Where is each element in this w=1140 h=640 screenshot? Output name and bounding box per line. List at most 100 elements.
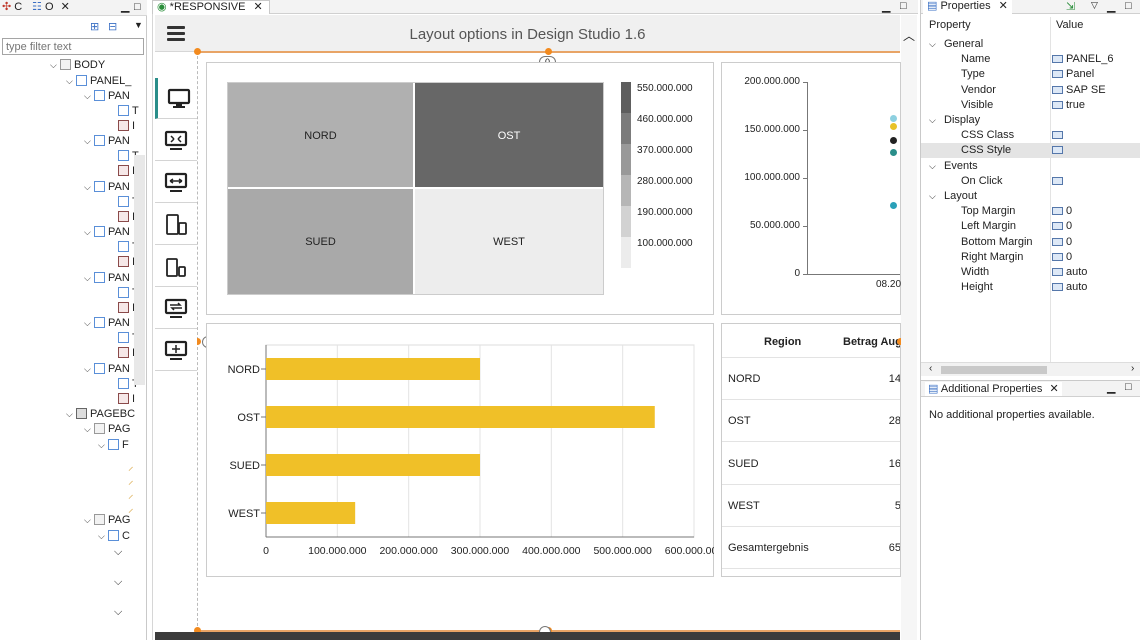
property-row[interactable]: Height auto — [921, 280, 1140, 295]
tree-item[interactable]: I — [108, 392, 135, 407]
close-icon[interactable]: ✕ — [254, 1, 263, 13]
chevron-down-icon[interactable]: ⌵ — [114, 575, 122, 590]
chevron-down-icon[interactable]: ⌵ — [929, 37, 936, 52]
line-point[interactable] — [890, 115, 897, 122]
bar[interactable] — [266, 502, 356, 524]
line-point[interactable] — [890, 123, 897, 130]
table-row[interactable]: Gesamtergebnis 65 — [722, 527, 900, 570]
tab-properties[interactable]: ▤ Properties ✕ — [923, 0, 1012, 14]
resize-button[interactable] — [155, 330, 197, 371]
tree-item[interactable]: T — [108, 104, 139, 119]
minimize-icon[interactable]: ▁ — [1107, 381, 1115, 394]
chevron-down-icon[interactable]: ⌵ — [114, 605, 122, 620]
maximize-icon[interactable]: □ — [134, 0, 141, 16]
property-row[interactable]: Top Margin 0 — [921, 204, 1140, 219]
tab-outline[interactable]: ☷ O ✕ — [32, 0, 70, 16]
filter-input[interactable] — [2, 38, 144, 55]
chevron-down-icon[interactable]: ⌵ — [929, 113, 936, 128]
column-header[interactable]: Region — [764, 336, 801, 348]
property-row[interactable]: Visible true — [921, 98, 1140, 113]
property-row[interactable]: Type Panel — [921, 67, 1140, 82]
canvas-scrollbar[interactable]: ︿ — [901, 15, 917, 640]
property-group[interactable]: ⌵ Layout — [921, 189, 1140, 204]
scroll-thumb[interactable] — [941, 366, 1047, 374]
tree-item[interactable]: ⌵ F — [98, 438, 129, 453]
pin-icon[interactable]: ⇲ — [1066, 0, 1075, 13]
tab-additional-properties[interactable]: ▤ Additional Properties ✕ — [925, 382, 1062, 396]
property-row[interactable]: Right Margin 0 — [921, 250, 1140, 265]
tab-components[interactable]: ✣ C — [2, 0, 22, 16]
property-row[interactable]: Left Margin 0 — [921, 219, 1140, 234]
bar[interactable] — [266, 358, 480, 380]
close-icon[interactable]: ✕ — [1049, 383, 1058, 395]
chevron-down-icon[interactable]: ⌵ — [50, 58, 60, 73]
tree-item[interactable]: ⌵ PAG — [84, 513, 130, 528]
chevron-down-icon[interactable]: ⌵ — [84, 316, 94, 331]
tree-item[interactable]: ⌵ PAG — [84, 422, 130, 437]
chevron-down-icon[interactable]: ⌵ — [114, 545, 122, 560]
close-icon[interactable]: ✕ — [61, 1, 70, 13]
expand-all-icon[interactable]: ⊞ — [90, 20, 99, 33]
property-group[interactable]: ⌵ General — [921, 37, 1140, 52]
tablet-button[interactable] — [155, 204, 197, 245]
properties-hscroll[interactable]: ‹ › — [921, 362, 1140, 376]
property-group[interactable]: ⌵ Display — [921, 113, 1140, 128]
phone-button[interactable] — [155, 246, 197, 287]
line-point[interactable] — [890, 149, 897, 156]
minimize-icon[interactable]: ▁ — [121, 0, 129, 16]
view-menu-icon[interactable]: ▼ — [134, 20, 143, 30]
treemap-cell-west[interactable]: WEST — [415, 189, 603, 294]
tree-item[interactable]: ⌵ PAN — [84, 180, 130, 195]
bar[interactable] — [266, 406, 655, 428]
chevron-left-icon[interactable]: ‹ — [929, 363, 932, 374]
tree-item[interactable]: I — [108, 164, 135, 179]
property-row[interactable]: CSS Style — [921, 143, 1140, 159]
treemap-cell-nord[interactable]: NORD — [228, 83, 415, 189]
column-header-property[interactable]: Property — [929, 19, 971, 35]
fullscreen-off-button[interactable] — [155, 120, 197, 161]
minimize-icon[interactable]: ▁ — [1107, 0, 1115, 13]
maximize-icon[interactable]: □ — [1125, 0, 1132, 12]
chevron-down-icon[interactable]: ⌵ — [84, 89, 94, 104]
chevron-down-icon[interactable]: ⌵ — [929, 189, 936, 204]
chevron-right-icon[interactable]: › — [1131, 363, 1134, 374]
chevron-up-icon[interactable]: ︿ — [903, 27, 915, 44]
chevron-down-icon[interactable]: ⌵ — [66, 407, 76, 422]
tab-responsive[interactable]: ◉ *RESPONSIVE ✕ — [152, 0, 270, 14]
chevron-down-icon[interactable]: ⌵ — [98, 438, 108, 453]
tree-item[interactable]: ⌵ PAN — [84, 316, 130, 331]
resize-handle[interactable] — [194, 48, 201, 55]
tree-item[interactable]: ⌵ C — [98, 529, 130, 544]
resize-handle[interactable] — [545, 48, 552, 55]
line-point[interactable] — [890, 137, 897, 144]
tree-item[interactable]: ⌵ PAGEBC — [66, 407, 135, 422]
tree-item[interactable]: ⌵ PAN — [84, 362, 130, 377]
property-row[interactable]: Vendor SAP SE — [921, 83, 1140, 98]
treemap-cell-ost[interactable]: OST — [415, 83, 603, 189]
chevron-down-icon[interactable]: ⌵ — [84, 180, 94, 195]
tree-item[interactable]: ⌵ PAN — [84, 225, 130, 240]
maximize-icon[interactable]: □ — [1125, 381, 1132, 393]
treemap-cell-sued[interactable]: SUED — [228, 189, 415, 294]
collapse-all-icon[interactable]: ⊟ — [108, 20, 117, 33]
column-header[interactable]: Betrag Aug — [843, 336, 900, 348]
desktop-button[interactable] — [155, 78, 197, 119]
chevron-down-icon[interactable]: ⌵ — [84, 362, 94, 377]
chevron-down-icon[interactable]: ⌵ — [66, 74, 76, 89]
chevron-down-icon[interactable]: ⌵ — [84, 271, 94, 286]
chevron-down-icon[interactable]: ⌵ — [84, 225, 94, 240]
view-menu-icon[interactable]: ▽ — [1091, 0, 1098, 11]
property-row[interactable]: Width auto — [921, 265, 1140, 280]
chevron-down-icon[interactable]: ⌵ — [84, 422, 94, 437]
tree-scrollbar[interactable] — [134, 155, 145, 385]
property-row[interactable]: On Click — [921, 174, 1140, 189]
column-header-value[interactable]: Value — [1056, 19, 1083, 35]
tree-item[interactable]: I — [108, 119, 135, 134]
table-row[interactable]: WEST 5 — [722, 485, 900, 527]
property-row[interactable]: CSS Class — [921, 128, 1140, 143]
tree-item[interactable]: I — [108, 346, 135, 361]
property-row[interactable]: Name PANEL_6 — [921, 52, 1140, 67]
close-icon[interactable]: ✕ — [999, 0, 1008, 12]
tree-item[interactable]: ⌵ PANEL_ — [66, 74, 131, 89]
property-row[interactable]: Bottom Margin 0 — [921, 235, 1140, 250]
